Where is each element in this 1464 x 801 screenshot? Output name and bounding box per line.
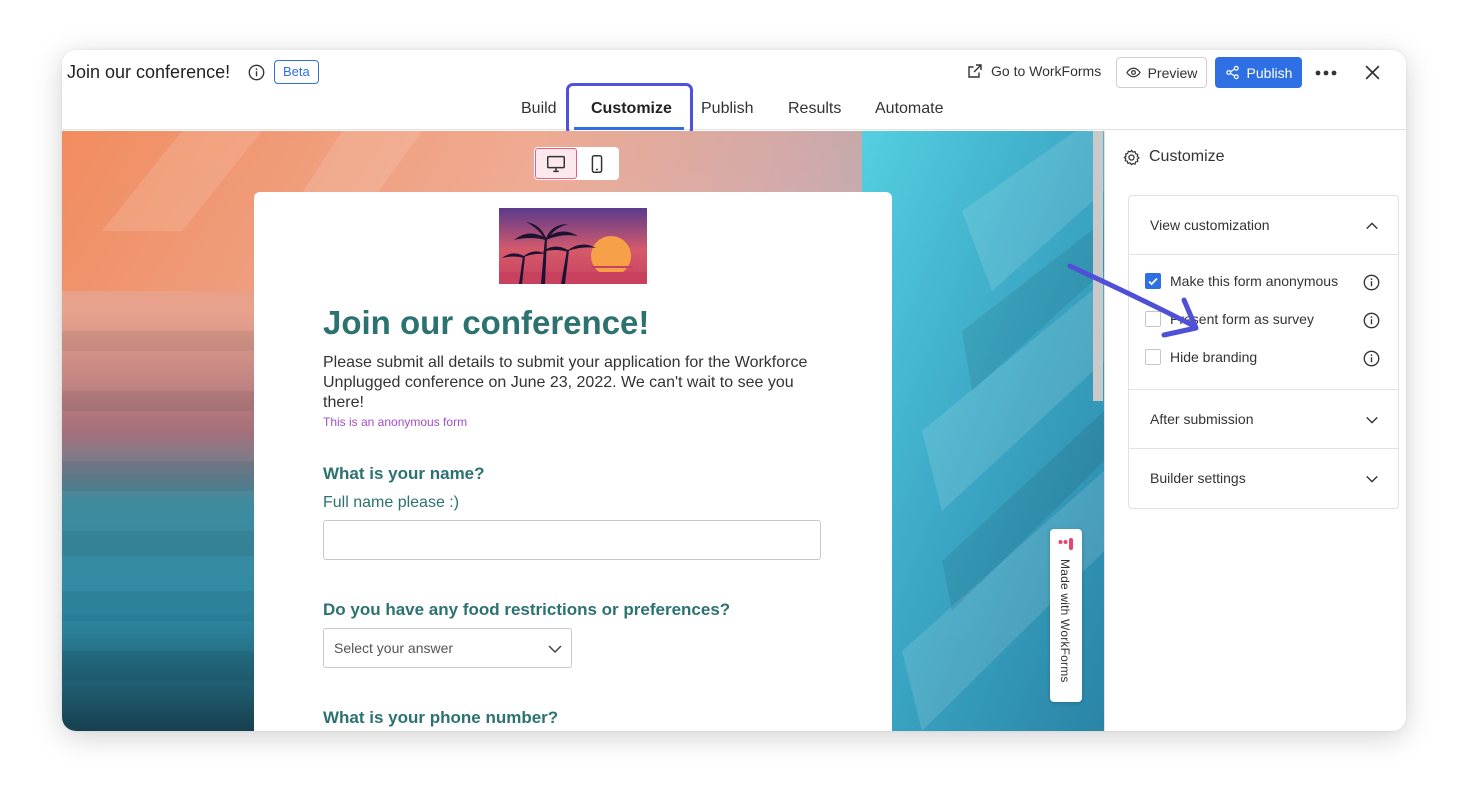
section-after-submission[interactable]: After submission: [1129, 390, 1398, 449]
section-label: View customization: [1150, 217, 1270, 233]
tab-bar: Build Customize Publish Results Automate: [62, 86, 1406, 130]
made-with-workforms-badge[interactable]: Made with WorkForms: [1050, 529, 1082, 702]
desktop-view-button[interactable]: [535, 148, 577, 179]
survey-checkbox[interactable]: [1145, 311, 1161, 327]
preview-button[interactable]: Preview: [1116, 57, 1207, 88]
hide-branding-checkbox[interactable]: [1145, 349, 1161, 365]
view-customization-options: Make this form anonymous Present form as…: [1129, 255, 1398, 390]
made-with-label: Made with WorkForms: [1058, 559, 1072, 683]
question-name-label: What is your name?: [323, 464, 485, 483]
option-survey[interactable]: Present form as survey: [1145, 311, 1314, 327]
checkmark-icon: [1148, 277, 1158, 286]
chevron-down-icon: [1366, 416, 1378, 424]
option-label: Present form as survey: [1170, 311, 1314, 327]
sunset-palm-logo: [499, 208, 647, 284]
external-link-icon: [968, 64, 982, 78]
publish-button[interactable]: Publish: [1215, 57, 1302, 88]
workforms-logo-icon: [1058, 538, 1073, 550]
customize-panel: Customize View customization Make this f…: [1104, 131, 1406, 731]
chevron-up-icon: [1366, 222, 1378, 230]
device-toggle: [534, 147, 619, 180]
section-label: Builder settings: [1150, 470, 1246, 486]
preview-label: Preview: [1147, 64, 1198, 81]
info-icon[interactable]: [248, 64, 265, 81]
info-icon[interactable]: [1363, 312, 1380, 329]
food-restrictions-select[interactable]: Select your answer: [323, 628, 572, 668]
go-to-workforms-link[interactable]: Go to WorkForms: [967, 63, 1101, 79]
publish-label: Publish: [1246, 64, 1293, 81]
panel-title: Customize: [1123, 148, 1225, 166]
section-view-customization[interactable]: View customization: [1129, 196, 1398, 255]
tab-publish[interactable]: Publish: [701, 100, 753, 118]
canvas-scrollbar[interactable]: [1093, 131, 1103, 401]
tab-build[interactable]: Build: [521, 100, 557, 118]
info-icon[interactable]: [1363, 350, 1380, 367]
beta-badge: Beta: [274, 60, 319, 84]
option-label: Make this form anonymous: [1170, 273, 1339, 289]
workforms-window: Join our conference! Beta Go to WorkForm…: [62, 50, 1406, 731]
question-food-label: Do you have any food restrictions or pre…: [323, 600, 731, 619]
form-title: Join our conference!: [67, 62, 231, 82]
panel-title-label: Customize: [1149, 148, 1225, 165]
go-to-workforms-label: Go to WorkForms: [991, 63, 1102, 79]
form-description: Please submit all details to submit your…: [323, 354, 808, 411]
tab-results[interactable]: Results: [788, 100, 841, 118]
chevron-down-icon: [548, 645, 562, 654]
gear-icon: [1123, 149, 1140, 165]
question-phone-label: What is your phone number?: [323, 708, 559, 727]
desktop-icon: [546, 155, 565, 172]
form-card: Join our conference! Please submit all d…: [254, 192, 892, 731]
option-anonymous[interactable]: Make this form anonymous: [1145, 273, 1338, 289]
info-icon[interactable]: [1363, 274, 1380, 291]
section-label: After submission: [1150, 411, 1254, 427]
mobile-view-button[interactable]: [577, 148, 618, 179]
more-options-icon[interactable]: [1314, 63, 1338, 83]
name-input[interactable]: [323, 520, 821, 560]
anonymous-form-note: This is an anonymous form: [323, 415, 468, 429]
tab-automate[interactable]: Automate: [875, 100, 943, 118]
question-name-sublabel: Full name please :): [323, 494, 460, 511]
form-heading: Join our conference!: [323, 304, 650, 341]
chevron-down-icon: [1366, 475, 1378, 483]
option-label: Hide branding: [1170, 349, 1258, 365]
select-placeholder: Select your answer: [334, 640, 454, 656]
section-builder-settings[interactable]: Builder settings: [1129, 449, 1398, 508]
close-icon[interactable]: [1364, 64, 1381, 81]
mobile-icon: [591, 154, 603, 173]
customize-accordion: View customization Make this form anonym…: [1128, 195, 1399, 509]
eye-icon: [1125, 67, 1141, 78]
anonymous-checkbox[interactable]: [1145, 273, 1161, 289]
share-icon: [1225, 65, 1239, 80]
option-hide-branding[interactable]: Hide branding: [1145, 349, 1257, 365]
customize-tab-highlight: [566, 83, 693, 136]
